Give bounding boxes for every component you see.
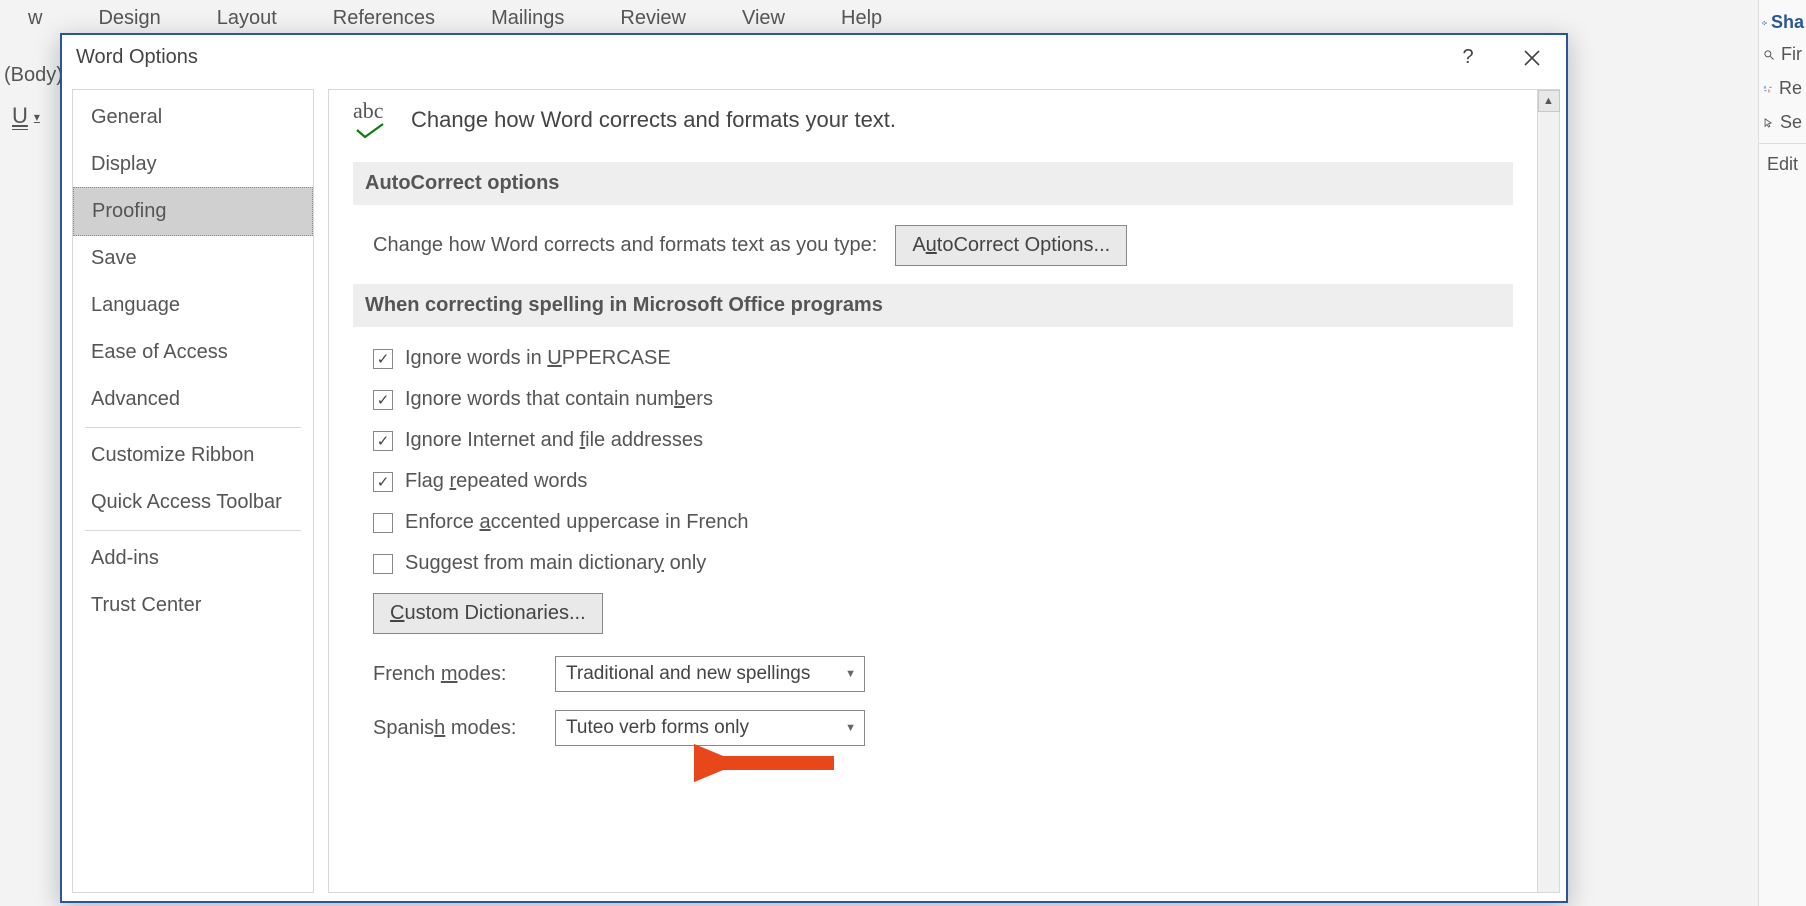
nav-general[interactable]: General xyxy=(73,94,313,141)
checkbox-ignore-internet[interactable]: Ignore Internet and file addresses xyxy=(373,429,1513,452)
checkbox-ignore-numbers[interactable]: Ignore words that contain numbers xyxy=(373,388,1513,411)
close-button[interactable] xyxy=(1512,38,1552,78)
content-panel-wrap: abc Change how Word corrects and formats… xyxy=(328,89,1560,893)
nav-save[interactable]: Save xyxy=(73,235,313,282)
nav-quick-access-toolbar[interactable]: Quick Access Toolbar xyxy=(73,479,313,526)
annotation-arrow xyxy=(694,738,844,788)
ribbon-tab[interactable]: Design xyxy=(98,7,160,30)
nav-proofing[interactable]: Proofing xyxy=(73,187,313,236)
search-icon xyxy=(1763,47,1775,63)
checkbox-label: Flag repeated words xyxy=(405,470,587,493)
section-spelling: When correcting spelling in Microsoft Of… xyxy=(353,284,1513,327)
checkbox-icon xyxy=(373,431,393,451)
nav-ease-of-access[interactable]: Ease of Access xyxy=(73,329,313,376)
checkbox-label: Suggest from main dictionary only xyxy=(405,552,706,575)
font-body-label: (Body) xyxy=(0,60,58,91)
checkmark-icon xyxy=(353,122,389,140)
nav-add-ins[interactable]: Add-ins xyxy=(73,535,313,582)
nav-trust-center[interactable]: Trust Center xyxy=(73,582,313,629)
cursor-icon xyxy=(1763,115,1774,131)
svg-text:b: b xyxy=(1768,88,1771,93)
autocorrect-options-button[interactable]: AutoCorrect Options... xyxy=(895,225,1127,266)
checkbox-icon xyxy=(373,390,393,410)
dialog-title-text: Word Options xyxy=(76,46,198,69)
spanish-modes-row: Spanish modes: Tuteo verb forms only xyxy=(373,710,1513,746)
select-button[interactable]: Se xyxy=(1759,105,1806,139)
french-modes-label: French modes: xyxy=(373,663,533,686)
proofing-header: abc Change how Word corrects and formats… xyxy=(353,98,1513,162)
replace-icon: ab xyxy=(1763,81,1773,97)
checkbox-label: Ignore words that contain numbers xyxy=(405,388,713,411)
checkbox-enforce-accented[interactable]: Enforce accented uppercase in French xyxy=(373,511,1513,534)
ribbon-tab[interactable]: Help xyxy=(841,7,882,30)
nav-language[interactable]: Language xyxy=(73,282,313,329)
section-autocorrect: AutoCorrect options xyxy=(353,162,1513,205)
ribbon-tab[interactable]: Layout xyxy=(217,7,277,30)
nav-separator xyxy=(85,427,301,428)
ribbon-tab[interactable]: Mailings xyxy=(491,7,564,30)
checkbox-flag-repeated[interactable]: Flag repeated words xyxy=(373,470,1513,493)
close-icon xyxy=(1523,49,1541,67)
share-button[interactable]: Sha xyxy=(1759,8,1806,37)
options-nav: General Display Proofing Save Language E… xyxy=(72,89,314,893)
underline-button[interactable]: U ▾ xyxy=(0,91,58,142)
nav-customize-ribbon[interactable]: Customize Ribbon xyxy=(73,432,313,479)
checkbox-suggest-main-dict[interactable]: Suggest from main dictionary only xyxy=(373,552,1513,575)
checkbox-label: Ignore Internet and file addresses xyxy=(405,429,703,452)
abc-check-icon: abc xyxy=(353,100,389,140)
spanish-modes-label: Spanish modes: xyxy=(373,717,533,740)
ribbon-font-group: (Body) U ▾ xyxy=(0,60,58,142)
ribbon-tab[interactable]: w xyxy=(28,7,42,30)
checkbox-label: Enforce accented uppercase in French xyxy=(405,511,749,534)
dialog-titlebar: Word Options ? xyxy=(62,35,1566,81)
ribbon-tab[interactable]: References xyxy=(333,7,435,30)
share-icon xyxy=(1761,15,1767,31)
checkbox-icon xyxy=(373,554,393,574)
svg-text:a: a xyxy=(1764,84,1767,89)
proofing-header-text: Change how Word corrects and formats you… xyxy=(411,107,896,133)
autocorrect-label: Change how Word corrects and formats tex… xyxy=(373,234,877,257)
ribbon-tab[interactable]: View xyxy=(742,7,785,30)
ribbon-tabs: w Design Layout References Mailings Revi… xyxy=(0,0,1806,36)
checkbox-icon xyxy=(373,513,393,533)
replace-button[interactable]: ab Re xyxy=(1759,71,1806,105)
ribbon-tab[interactable]: Review xyxy=(620,7,686,30)
custom-dictionaries-button[interactable]: Custom Dictionaries... xyxy=(373,593,603,634)
checkbox-icon xyxy=(373,472,393,492)
checkbox-icon xyxy=(373,349,393,369)
scroll-up-arrow[interactable]: ▲ xyxy=(1538,90,1560,112)
nav-display[interactable]: Display xyxy=(73,141,313,188)
french-modes-row: French modes: Traditional and new spelli… xyxy=(373,656,1513,692)
autocorrect-row: Change how Word corrects and formats tex… xyxy=(373,225,1513,266)
french-modes-dropdown[interactable]: Traditional and new spellings xyxy=(555,656,865,692)
checkbox-label: Ignore words in UPPERCASE xyxy=(405,347,671,370)
vertical-scrollbar[interactable]: ▲ xyxy=(1537,90,1559,892)
ribbon-right-panel: Sha Fir ab Re Se Edit xyxy=(1758,0,1806,906)
editing-group-label: Edit xyxy=(1759,143,1806,181)
help-button[interactable]: ? xyxy=(1448,38,1488,78)
nav-separator xyxy=(85,530,301,531)
nav-advanced[interactable]: Advanced xyxy=(73,376,313,423)
checkbox-ignore-uppercase[interactable]: Ignore words in UPPERCASE xyxy=(373,347,1513,370)
content-panel: abc Change how Word corrects and formats… xyxy=(329,90,1537,892)
find-button[interactable]: Fir xyxy=(1759,37,1806,71)
